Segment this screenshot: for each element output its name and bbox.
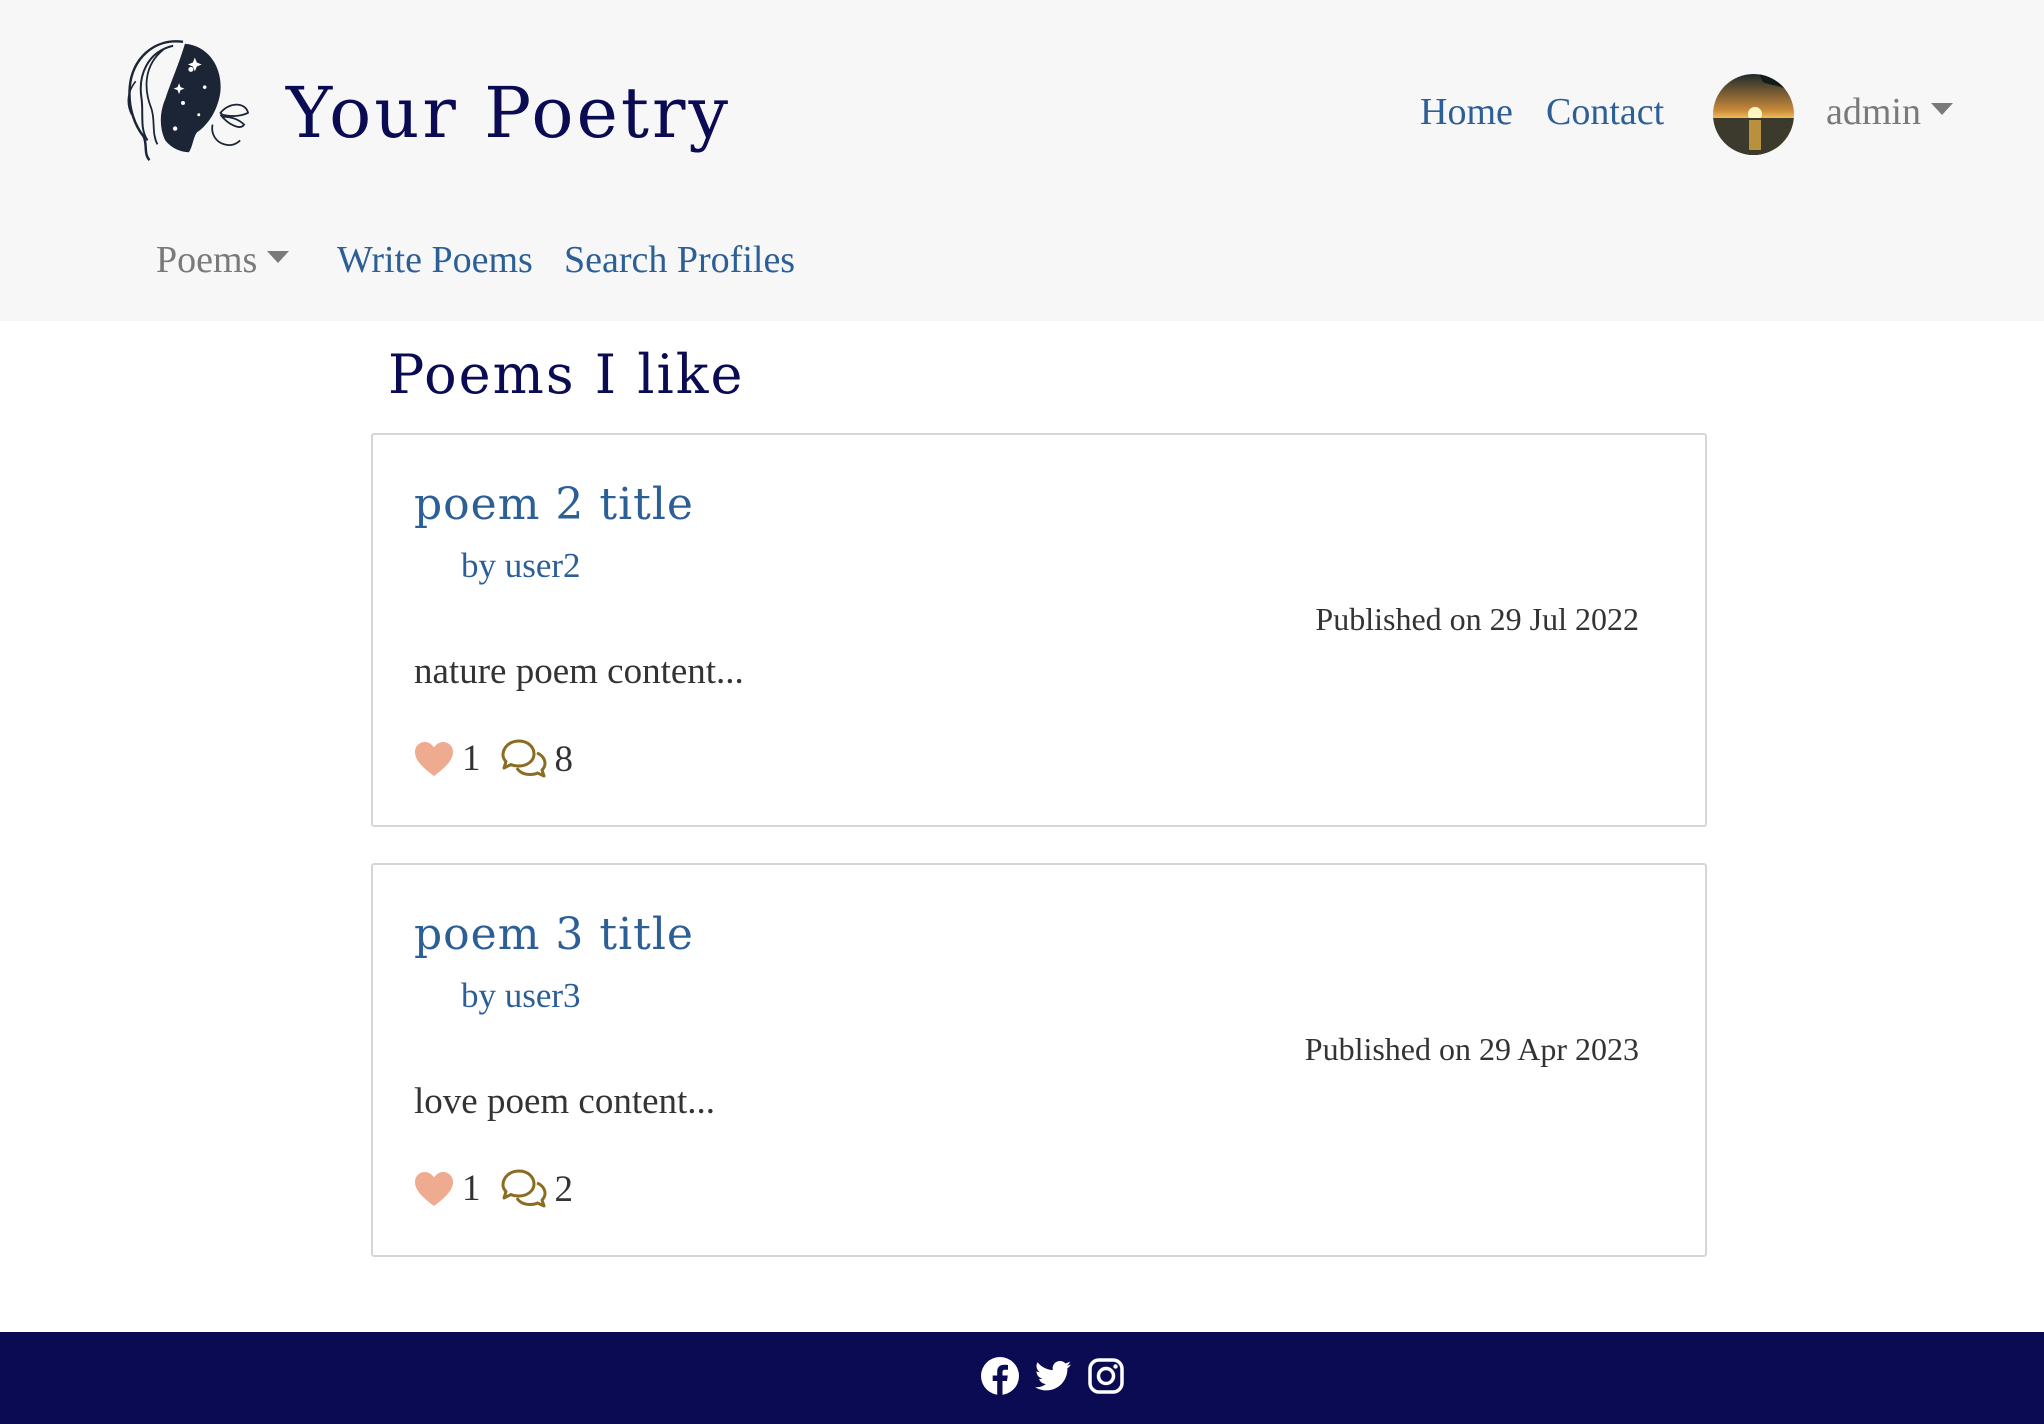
poem-author-link[interactable]: by user3 — [461, 975, 581, 1017]
poem-publish-date: Published on 29 Apr 2023 — [1304, 1031, 1639, 1067]
nav-search-profiles-link[interactable]: Search Profiles — [564, 238, 795, 282]
poem-excerpt: love poem content... — [414, 1081, 716, 1122]
poem-author-link[interactable]: by user2 — [461, 545, 581, 587]
poems-menu-label: Poems — [156, 239, 258, 281]
poems-dropdown-toggle[interactable]: Poems — [156, 238, 290, 282]
comments-icon[interactable] — [499, 738, 549, 780]
user-avatar[interactable] — [1713, 74, 1794, 155]
poem-card: poem 3 title by user3 Published on 29 Ap… — [371, 863, 1707, 1257]
comments-icon[interactable] — [499, 1168, 549, 1210]
like-count: 1 — [462, 1168, 481, 1209]
top-navbar: Your Poetry Home Contact admin Poems Wri… — [0, 0, 2044, 321]
nav-contact-link[interactable]: Contact — [1546, 90, 1664, 134]
like-count: 1 — [462, 738, 481, 779]
site-footer — [0, 1332, 2044, 1424]
instagram-icon[interactable] — [1086, 1356, 1126, 1396]
heart-icon[interactable] — [414, 1171, 454, 1207]
poet-logo-icon[interactable] — [114, 30, 252, 168]
twitter-icon[interactable] — [1033, 1356, 1073, 1396]
nav-write-poems-link[interactable]: Write Poems — [337, 238, 533, 282]
poem-title-link[interactable]: poem 2 title — [414, 477, 694, 533]
poem-publish-date: Published on 29 Jul 2022 — [1315, 601, 1639, 637]
poem-stats: 1 8 — [414, 735, 573, 783]
poem-excerpt: nature poem content... — [414, 651, 744, 692]
heart-icon[interactable] — [414, 741, 454, 777]
user-dropdown-toggle[interactable]: admin — [1826, 90, 1953, 134]
page-title: Poems I like — [388, 343, 745, 406]
nav-home-link[interactable]: Home — [1420, 90, 1513, 134]
comment-count: 2 — [554, 1168, 574, 1210]
poem-card: poem 2 title by user2 Published on 29 Ju… — [371, 433, 1707, 827]
site-brand[interactable]: Your Poetry — [286, 68, 731, 158]
facebook-icon[interactable] — [980, 1356, 1020, 1396]
poem-stats: 1 2 — [414, 1165, 573, 1213]
comment-count: 8 — [554, 738, 574, 780]
chevron-down-icon — [267, 251, 290, 264]
poem-title-link[interactable]: poem 3 title — [414, 907, 694, 963]
chevron-down-icon — [1930, 103, 1953, 116]
user-name-label: admin — [1826, 91, 1921, 133]
